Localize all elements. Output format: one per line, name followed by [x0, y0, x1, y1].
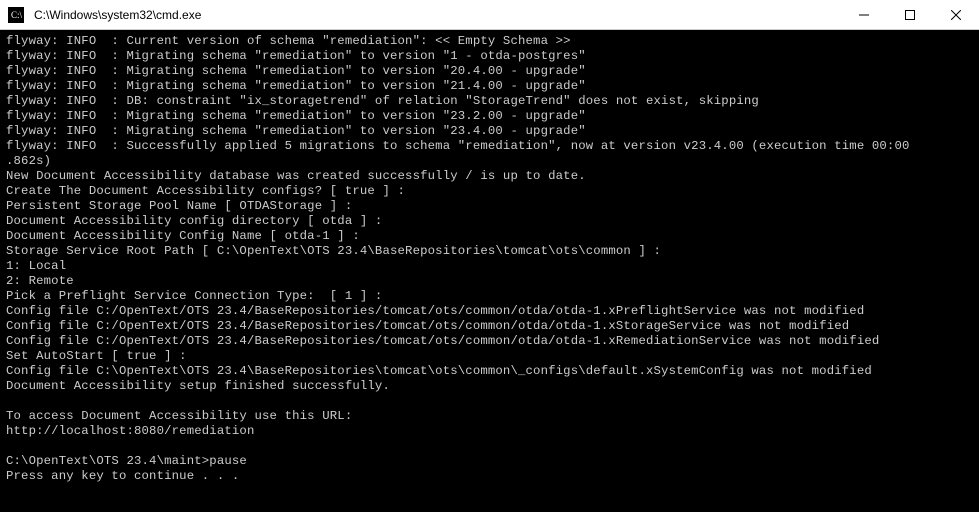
terminal-line: Storage Service Root Path [ C:\OpenText\…: [6, 244, 973, 259]
close-button[interactable]: [933, 0, 979, 30]
terminal-line: flyway: INFO : DB: constraint "ix_storag…: [6, 94, 973, 109]
terminal-line: C:\OpenText\OTS 23.4\maint>pause: [6, 454, 973, 469]
terminal-line: Create The Document Accessibility config…: [6, 184, 973, 199]
terminal-output[interactable]: flyway: INFO : Current version of schema…: [0, 30, 979, 512]
terminal-line: flyway: INFO : Migrating schema "remedia…: [6, 64, 973, 79]
terminal-line: flyway: INFO : Successfully applied 5 mi…: [6, 139, 973, 154]
terminal-line: Document Accessibility config directory …: [6, 214, 973, 229]
terminal-line: flyway: INFO : Migrating schema "remedia…: [6, 49, 973, 64]
window-title: C:\Windows\system32\cmd.exe: [32, 8, 841, 22]
terminal-line: Config file C:/OpenText/OTS 23.4/BaseRep…: [6, 304, 973, 319]
terminal-line: To access Document Accessibility use thi…: [6, 409, 973, 424]
terminal-line: Config file C:/OpenText/OTS 23.4/BaseRep…: [6, 319, 973, 334]
terminal-line: .862s): [6, 154, 973, 169]
terminal-line: flyway: INFO : Migrating schema "remedia…: [6, 109, 973, 124]
terminal-line: Set AutoStart [ true ] :: [6, 349, 973, 364]
terminal-line: Config file C:/OpenText/OTS 23.4/BaseRep…: [6, 334, 973, 349]
cmd-icon: C:\: [6, 5, 26, 25]
terminal-line: Config file C:\OpenText\OTS 23.4\BaseRep…: [6, 364, 973, 379]
maximize-button[interactable]: [887, 0, 933, 30]
minimize-button[interactable]: [841, 0, 887, 30]
window-controls: [841, 0, 979, 29]
terminal-line: Document Accessibility setup finished su…: [6, 379, 973, 394]
terminal-line: flyway: INFO : Current version of schema…: [6, 34, 973, 49]
terminal-line: http://localhost:8080/remediation: [6, 424, 973, 439]
terminal-line: 1: Local: [6, 259, 973, 274]
terminal-line: flyway: INFO : Migrating schema "remedia…: [6, 124, 973, 139]
terminal-line: 2: Remote: [6, 274, 973, 289]
terminal-line: Persistent Storage Pool Name [ OTDAStora…: [6, 199, 973, 214]
terminal-line: Document Accessibility Config Name [ otd…: [6, 229, 973, 244]
terminal-line: [6, 394, 973, 409]
svg-text:C:\: C:\: [11, 10, 23, 20]
terminal-line: Pick a Preflight Service Connection Type…: [6, 289, 973, 304]
terminal-line: flyway: INFO : Migrating schema "remedia…: [6, 79, 973, 94]
terminal-line: New Document Accessibility database was …: [6, 169, 973, 184]
terminal-line: Press any key to continue . . .: [6, 469, 973, 484]
terminal-line: [6, 439, 973, 454]
window-titlebar[interactable]: C:\ C:\Windows\system32\cmd.exe: [0, 0, 979, 30]
